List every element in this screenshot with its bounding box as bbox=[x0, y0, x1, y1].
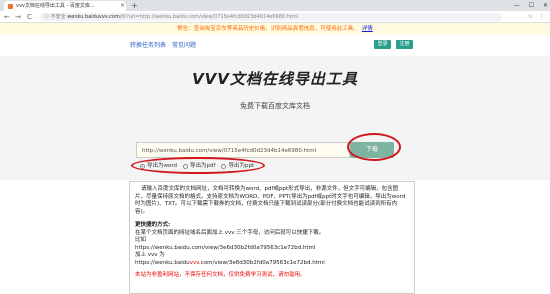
address-bar: ← → C ⓘ 不安全 wenku.baiduvvv.com/d/?url=ht… bbox=[0, 11, 550, 23]
instructions-panel: 请输入百度文库的文档网址，文档可转换为word、pdf或ppt形式导出，非源文件… bbox=[129, 181, 415, 294]
minimize-icon[interactable]: — bbox=[514, 0, 520, 11]
browser-tab[interactable]: vvv文档在线导出工具 - 百度文库... × bbox=[4, 1, 126, 11]
maximize-icon[interactable]: ☐ bbox=[529, 0, 534, 11]
window-controls: — ☐ ✕ bbox=[514, 0, 548, 11]
back-icon[interactable]: ← bbox=[4, 11, 10, 23]
example-url-modified: https://wenku.baiduvvv.com/view/3e6d30b2… bbox=[135, 260, 409, 268]
forward-icon[interactable]: → bbox=[15, 11, 21, 23]
browser-menu-icon[interactable]: ⋮ bbox=[539, 11, 545, 23]
page-title: VVV文档在线导出工具 bbox=[192, 70, 358, 88]
bookmark-star-icon[interactable]: ☆ bbox=[528, 11, 533, 23]
nav-link-task-list[interactable]: 转换任务列表 bbox=[130, 42, 166, 49]
nav-link-faq[interactable]: 常见问题 bbox=[172, 42, 196, 49]
reload-icon[interactable]: C bbox=[27, 11, 32, 23]
favicon-icon bbox=[8, 4, 13, 9]
security-indicator[interactable]: ⓘ 不安全 bbox=[44, 14, 66, 20]
url-host: wenku.baiduvvv.com bbox=[67, 14, 120, 20]
register-button[interactable]: 注册 bbox=[396, 40, 413, 49]
url-field[interactable]: ⓘ 不安全 wenku.baiduvvv.com/d/?url=http://w… bbox=[40, 13, 502, 21]
example-url: https://wenku.baidu.com/view/3e6d30b2fd0… bbox=[135, 244, 316, 251]
intro-text: 请输入百度文库的文档网址，文档可转换为word、pdf或ppt形式导出，非源文件… bbox=[135, 186, 406, 215]
instruction-line: 加上 vvv 为 bbox=[135, 252, 165, 258]
section-heading: 更快捷的方式: bbox=[135, 222, 171, 228]
page-nav: 转换任务列表 常见问题 bbox=[130, 40, 200, 49]
url-highlight: vvv bbox=[189, 259, 200, 266]
login-button[interactable]: 登录 bbox=[374, 40, 391, 49]
notice-details-link[interactable]: 详情 bbox=[362, 26, 373, 32]
url-path: /d/?url=http://wenku.baidu.com/view/0715… bbox=[119, 14, 299, 20]
instruction-line: 比如 bbox=[135, 237, 147, 243]
document-url-input[interactable]: http://wenku.baidu.com/view/0715e4fcd0d2… bbox=[136, 142, 350, 158]
close-window-icon[interactable]: ✕ bbox=[543, 0, 548, 11]
page-subtitle: 免费下载百度文库文档 bbox=[240, 102, 310, 110]
browser-tab-bar: vvv文档在线导出工具 - 百度文库... × + — ☐ ✕ bbox=[0, 0, 550, 11]
notice-text: 警告：查询淘宝京东等商品历史价格，识别商品真假信息，可使用此工具。 bbox=[177, 26, 359, 32]
new-tab-button[interactable]: + bbox=[131, 0, 138, 11]
tab-title: vvv文档在线导出工具 - 百度文库... bbox=[16, 3, 95, 9]
notice-banner: 警告：查询淘宝京东等商品历史价格，识别商品真假信息，可使用此工具。 详情 bbox=[0, 23, 550, 35]
url-part: .com/view/3e6d30b2fd0a79563c1e72bd.html bbox=[199, 259, 325, 266]
url-part: https://wenku.baidu bbox=[135, 259, 190, 266]
disclaimer-text: 本站为非盈利网站，不保存任何文档，仅供免费学习测试，请勿滥用。 bbox=[135, 272, 306, 278]
options-highlight-circle bbox=[131, 157, 265, 174]
instruction-line: 在某个文档页面的网址域名后面加上 vvv 三个字母，访问后就可以快捷下载。 bbox=[135, 229, 325, 236]
tab-close-icon[interactable]: × bbox=[120, 1, 125, 11]
download-highlight-circle bbox=[347, 133, 401, 161]
